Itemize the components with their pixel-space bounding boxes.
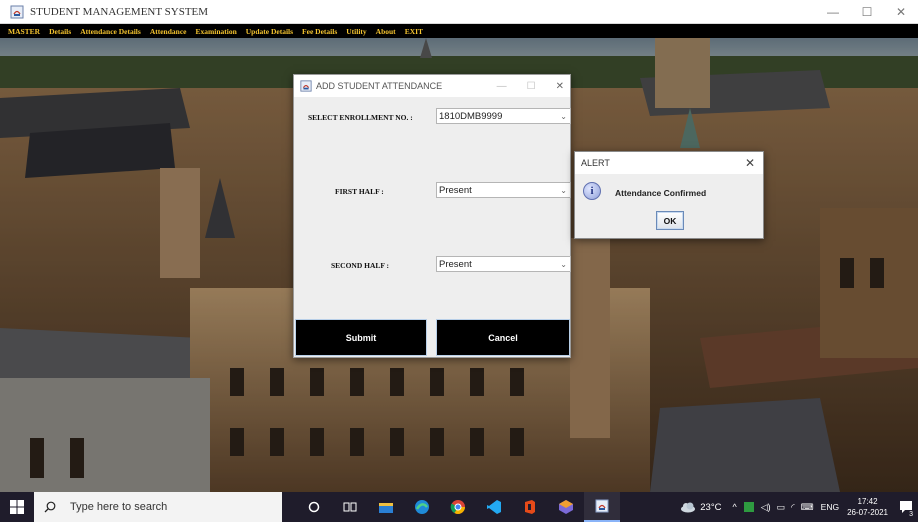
menu-master[interactable]: MASTER [8,27,40,36]
shield-app-icon[interactable] [743,501,755,513]
weather-cloud-icon[interactable] [680,501,696,513]
add-attendance-dialog: ADD STUDENT ATTENDANCE — ☐ ✕ SELECT ENRO… [293,74,571,358]
search-icon [44,501,56,513]
system-tray: 23°C ^ ◁) ▭ ◜ ⌨ ENG 17:42 26-07-2021 3 [680,492,918,522]
notification-center-button[interactable]: 3 [894,492,918,522]
java-app-icon [300,80,312,92]
alert-message: Attendance Confirmed [615,188,707,198]
window-title: STUDENT MANAGEMENT SYSTEM [30,5,209,18]
close-button[interactable]: ✕ [884,0,918,24]
ok-button[interactable]: OK [656,211,684,230]
alert-title: ALERT [581,158,610,168]
keyboard-icon[interactable]: ⌨ [801,502,814,513]
clock[interactable]: 17:42 26-07-2021 [847,496,888,518]
menu-details[interactable]: Details [49,27,71,36]
menu-exit[interactable]: EXIT [405,27,423,36]
battery-icon[interactable]: ▭ [777,502,786,513]
submit-button[interactable]: Submit [295,319,427,356]
dialog-minimize-button[interactable]: — [497,81,507,92]
task-view-icon[interactable] [332,492,368,522]
second-half-value: Present [439,258,472,270]
info-icon: i [583,182,601,200]
edge-icon[interactable] [404,492,440,522]
wifi-icon[interactable]: ◜ [791,502,795,513]
menu-update-details[interactable]: Update Details [246,27,293,36]
enrollment-select[interactable]: 1810DMB9999 ⌄ [436,108,571,124]
cortana-icon[interactable] [296,492,332,522]
office-icon[interactable] [512,492,548,522]
language-indicator[interactable]: ENG [821,502,839,512]
start-button[interactable] [0,492,34,522]
dialog-titlebar: ADD STUDENT ATTENDANCE — ☐ ✕ [294,75,570,97]
taskbar: Type here to search 23°C ^ ◁) ▭ ◜ ⌨ ENG … [0,492,918,522]
windows-logo-icon [10,500,24,514]
chrome-icon[interactable] [440,492,476,522]
enrollment-label: SELECT ENROLLMENT NO. : [308,113,413,122]
first-half-label: FIRST HALF : [335,187,384,196]
menu-utility[interactable]: Utility [346,27,366,36]
chevron-down-icon: ⌄ [560,259,567,269]
dialog-maximize-button[interactable]: ☐ [527,81,536,92]
file-explorer-icon[interactable] [368,492,404,522]
cancel-button[interactable]: Cancel [436,319,570,356]
first-half-select[interactable]: Present ⌄ [436,182,571,198]
java-icon[interactable] [584,492,620,522]
notification-count: 3 [907,511,915,518]
chevron-down-icon: ⌄ [560,185,567,195]
dialog-close-button[interactable]: ✕ [556,81,564,92]
menu-examination[interactable]: Examination [195,27,236,36]
alert-close-button[interactable]: ✕ [745,156,755,170]
menu-fee-details[interactable]: Fee Details [302,27,337,36]
temperature-text[interactable]: 23°C [700,502,721,513]
second-half-label: SECOND HALF : [331,261,390,270]
second-half-select[interactable]: Present ⌄ [436,256,571,272]
chevron-up-icon[interactable]: ^ [732,502,736,512]
menu-attendance-details[interactable]: Attendance Details [80,27,141,36]
clock-date: 26-07-2021 [847,508,888,517]
main-window-titlebar: STUDENT MANAGEMENT SYSTEM — ☐ ✕ [0,0,918,24]
java-app-icon [10,5,24,18]
dialog-title: ADD STUDENT ATTENDANCE [316,81,443,91]
menu-about[interactable]: About [376,27,396,36]
alert-titlebar: ALERT ✕ [575,152,763,174]
vscode-icon[interactable] [476,492,512,522]
taskbar-search[interactable]: Type here to search [34,492,282,522]
enrollment-value: 1810DMB9999 [439,110,503,122]
volume-icon[interactable]: ◁) [761,502,771,513]
menu-attendance[interactable]: Attendance [150,27,187,36]
first-half-value: Present [439,184,472,196]
chevron-down-icon: ⌄ [560,111,567,121]
menu-bar: MASTER Details Attendance Details Attend… [0,24,918,38]
app-cube-icon[interactable] [548,492,584,522]
minimize-button[interactable]: — [816,0,850,24]
alert-dialog: ALERT ✕ i Attendance Confirmed OK [574,151,764,239]
clock-time: 17:42 [857,497,878,506]
maximize-button[interactable]: ☐ [850,0,884,24]
search-placeholder: Type here to search [70,501,168,513]
